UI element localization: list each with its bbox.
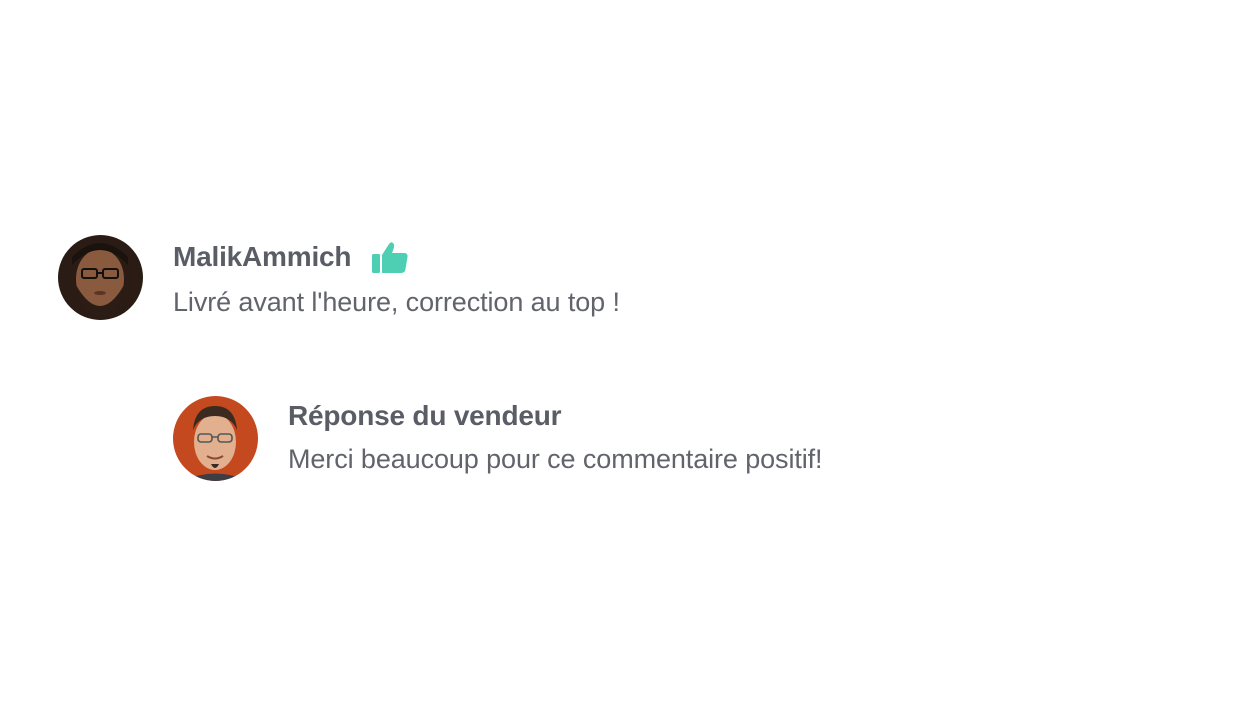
thumbs-up-icon xyxy=(371,240,409,274)
seller-reply-title: Réponse du vendeur xyxy=(288,400,562,431)
review-item: MalikAmmich Livré avant l'heure, correct… xyxy=(58,235,620,320)
review-text: Livré avant l'heure, correction au top ! xyxy=(173,287,620,317)
seller-reply: Réponse du vendeur Merci beaucoup pour c… xyxy=(173,396,823,481)
reviewer-name[interactable]: MalikAmmich xyxy=(173,241,351,273)
seller-avatar[interactable] xyxy=(173,396,258,481)
seller-reply-text: Merci beaucoup pour ce commentaire posit… xyxy=(288,444,823,474)
reviewer-avatar[interactable] xyxy=(58,235,143,320)
